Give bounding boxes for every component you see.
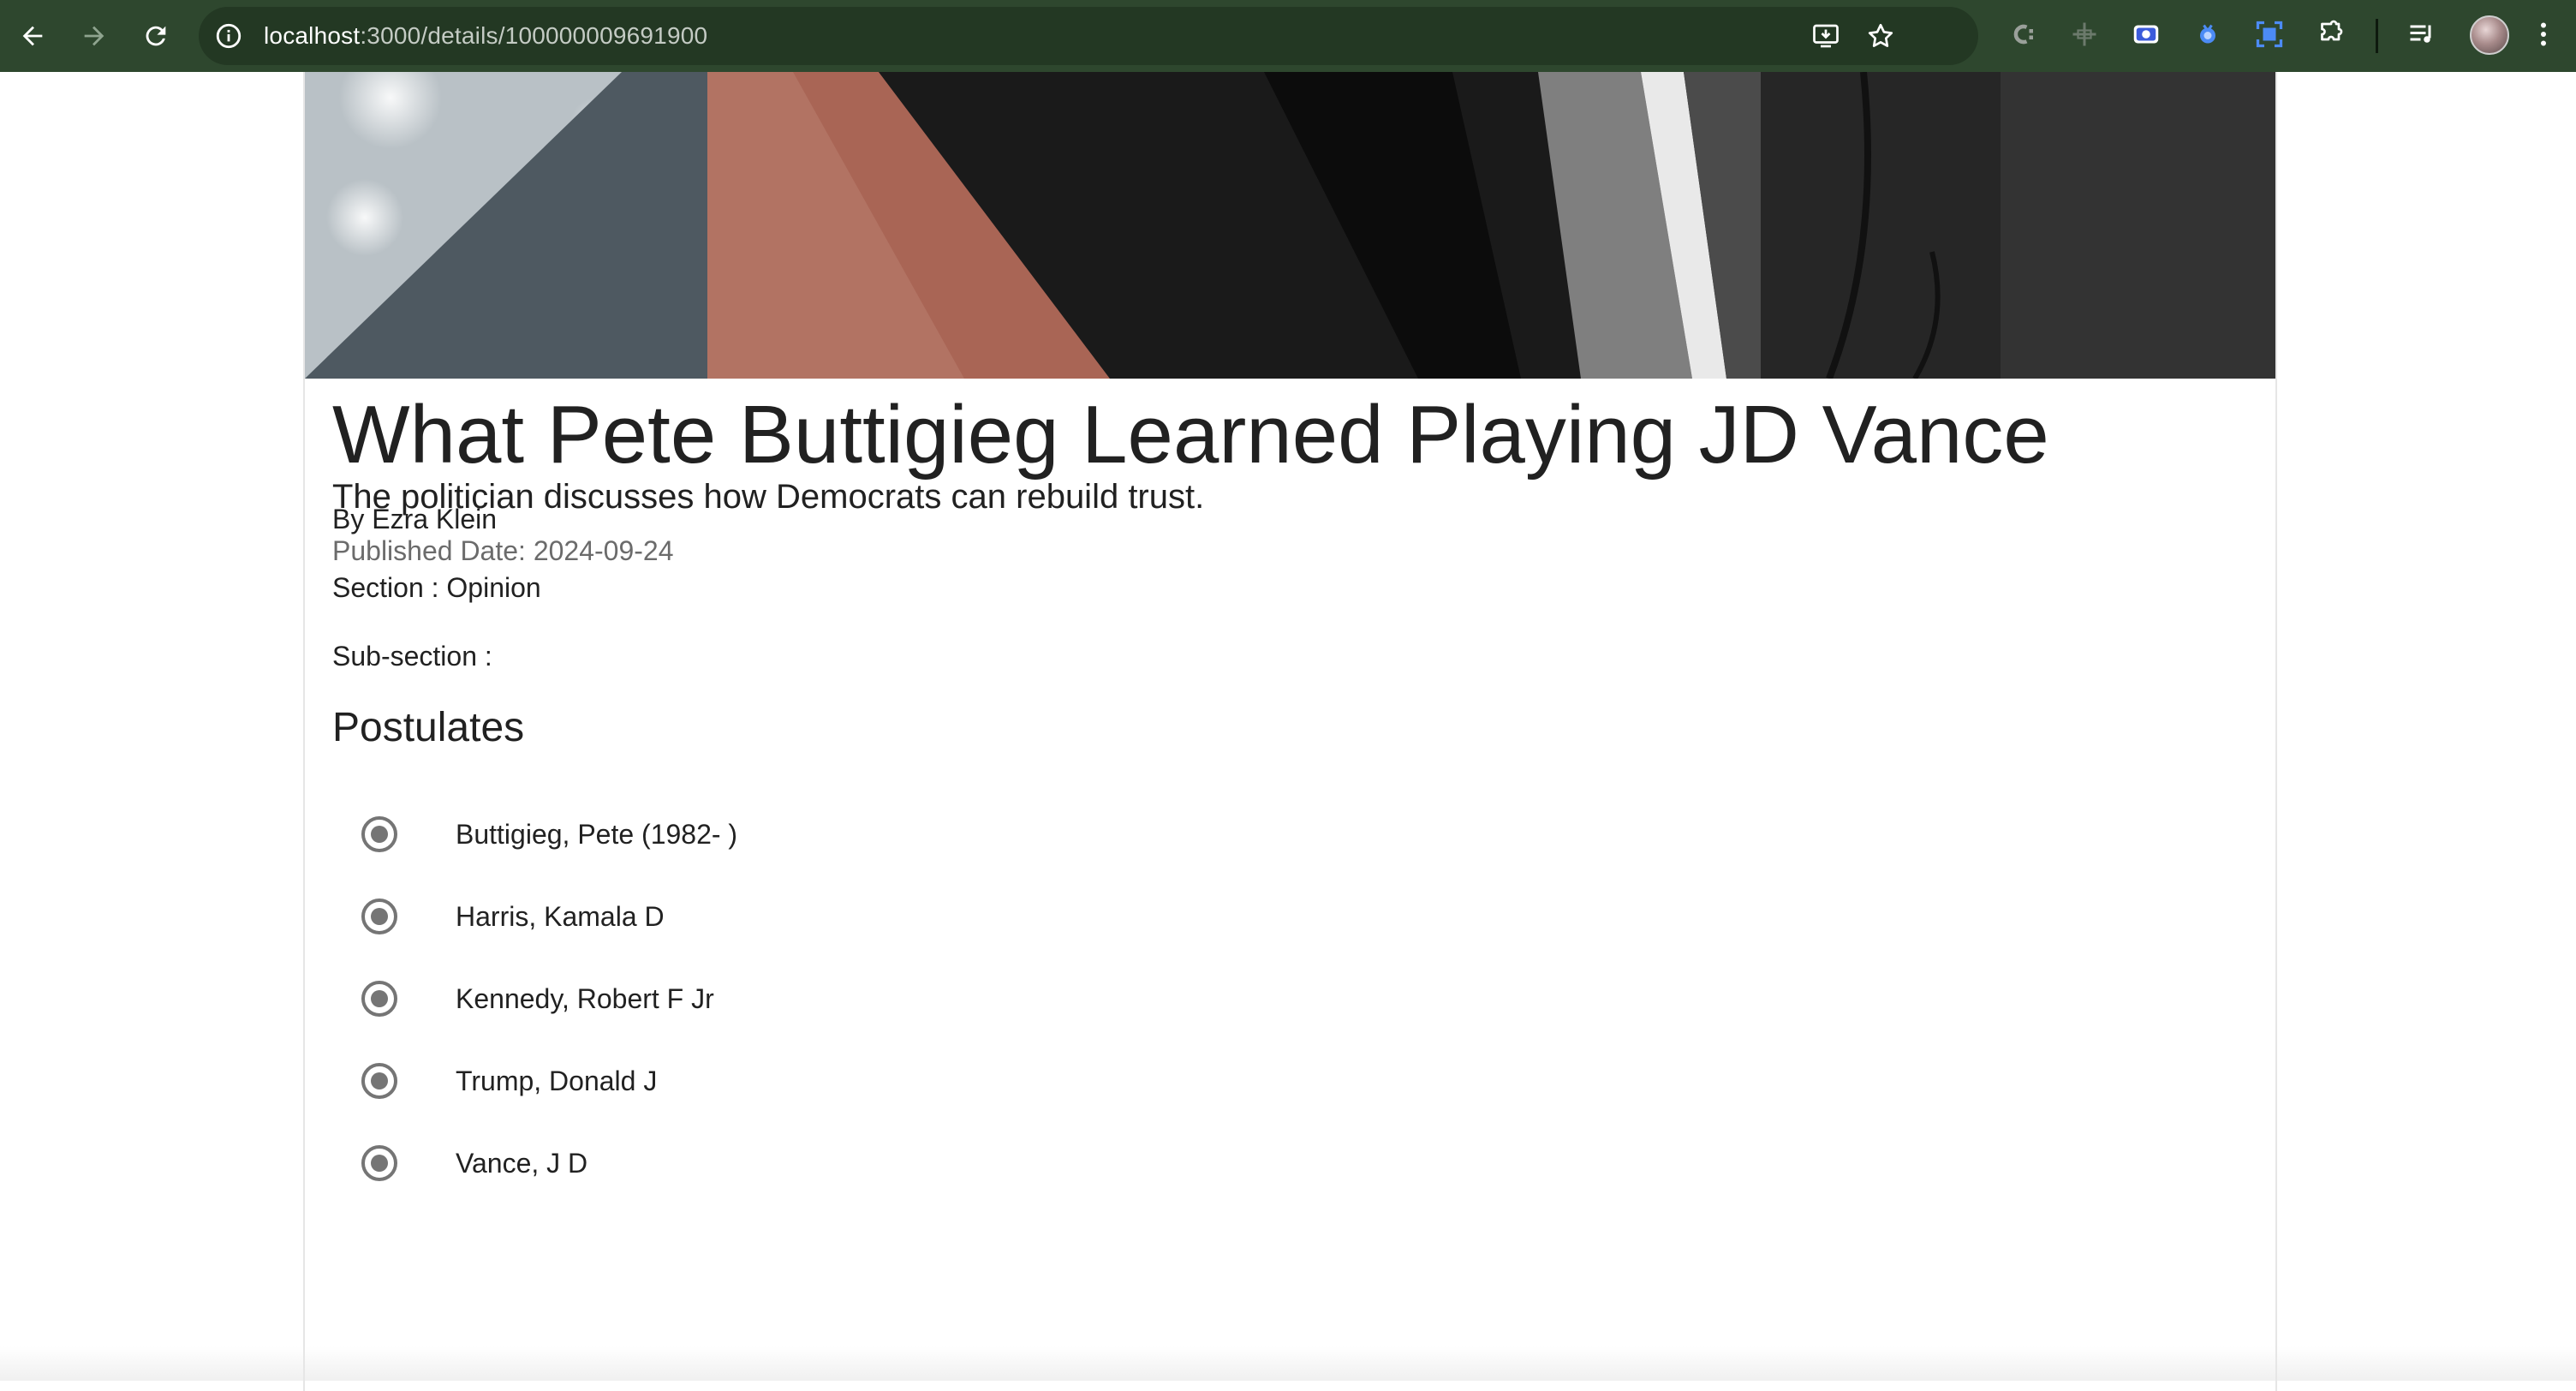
- kebab-menu-icon[interactable]: [2526, 17, 2561, 51]
- address-bar[interactable]: localhost:3000/details/100000009691900: [199, 7, 1978, 65]
- info-icon[interactable]: [214, 21, 243, 51]
- media-control-icon[interactable]: [2405, 17, 2439, 51]
- radio-button-icon[interactable]: [361, 1145, 397, 1181]
- article-title: What Pete Buttigieg Learned Playing JD V…: [332, 389, 2049, 481]
- radio-button-icon[interactable]: [361, 981, 397, 1017]
- list-item[interactable]: Kennedy, Robert F Jr: [332, 958, 1360, 1040]
- extension-bug-icon[interactable]: [2191, 17, 2225, 51]
- arrow-right-icon: [84, 26, 104, 46]
- toolbar-divider: [2376, 19, 2378, 53]
- postulates-heading: Postulates: [332, 705, 525, 750]
- list-item[interactable]: Vance, J D: [332, 1122, 1360, 1204]
- radio-button-icon[interactable]: [361, 816, 397, 852]
- postulate-label: Trump, Donald J: [456, 1066, 658, 1096]
- extension-c-icon[interactable]: [2006, 17, 2040, 51]
- list-item[interactable]: Harris, Kamala D: [332, 875, 1360, 958]
- arrow-left-icon: [22, 26, 43, 46]
- star-icon[interactable]: [1865, 21, 1896, 51]
- profile-avatar[interactable]: [2470, 15, 2509, 55]
- radio-button-icon[interactable]: [361, 898, 397, 934]
- section-label: Section : Opinion: [332, 572, 541, 603]
- install-app-icon[interactable]: [1810, 21, 1841, 51]
- postulate-label: Harris, Kamala D: [456, 901, 665, 932]
- published-date: Published Date: 2024-09-24: [332, 535, 674, 566]
- url-path: :3000/details/100000009691900: [360, 22, 708, 49]
- reload-icon: [146, 26, 166, 46]
- forward-button[interactable]: [70, 12, 118, 60]
- postulate-label: Buttigieg, Pete (1982- ): [456, 819, 738, 850]
- list-item[interactable]: Trump, Donald J: [332, 1040, 1360, 1122]
- extension-cross-icon[interactable]: [2067, 17, 2102, 51]
- page-bottom-shade: [0, 1346, 2576, 1381]
- browser-toolbar: localhost:3000/details/100000009691900: [0, 0, 2576, 72]
- extension-screenshot-icon[interactable]: [2252, 17, 2287, 51]
- postulate-label: Vance, J D: [456, 1148, 588, 1179]
- subsection-label: Sub-section :: [332, 641, 492, 672]
- list-item[interactable]: Buttigieg, Pete (1982- ): [332, 793, 1360, 875]
- hero-image: [305, 72, 2275, 379]
- url-text[interactable]: localhost:3000/details/100000009691900: [264, 7, 707, 65]
- extension-camera-icon[interactable]: [2129, 17, 2163, 51]
- page-viewport: What Pete Buttigieg Learned Playing JD V…: [0, 72, 2576, 1391]
- radio-button-icon[interactable]: [361, 1063, 397, 1099]
- article-card: What Pete Buttigieg Learned Playing JD V…: [303, 72, 2277, 1391]
- postulate-label: Kennedy, Robert F Jr: [456, 983, 714, 1014]
- url-host: localhost: [264, 22, 361, 49]
- byline: By Ezra Klein: [332, 504, 498, 534]
- reload-button[interactable]: [132, 12, 180, 60]
- puzzle-icon[interactable]: [2314, 17, 2348, 51]
- back-button[interactable]: [9, 12, 57, 60]
